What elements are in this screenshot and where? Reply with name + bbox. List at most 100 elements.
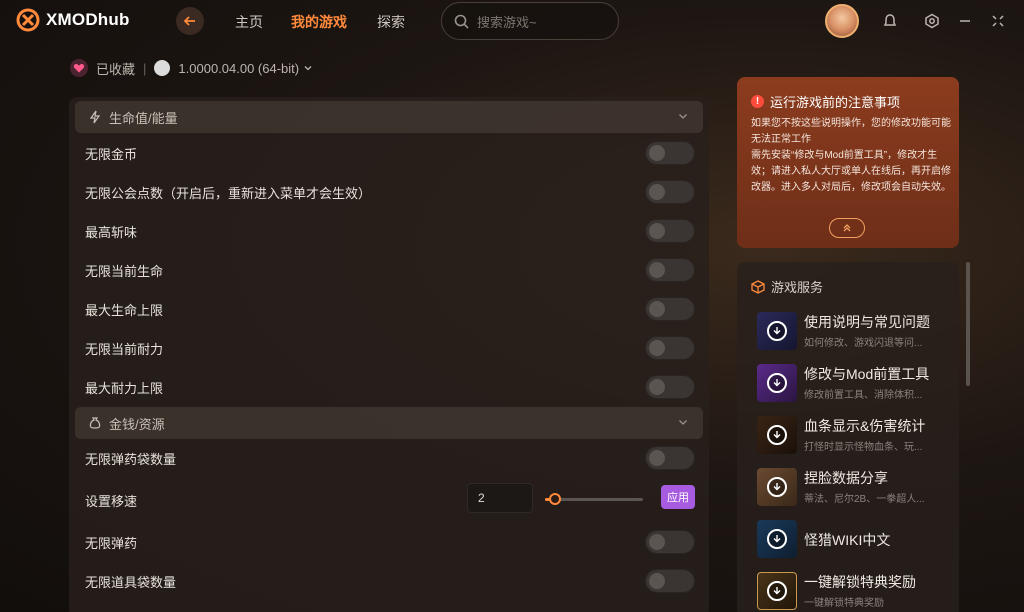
service-thumbnail [757,416,797,454]
heart-icon[interactable] [70,59,88,77]
apply-button[interactable]: 应用 [661,485,695,509]
service-thumbnail [757,572,797,610]
notice-line: 如果您不按这些说明操作，您的修改功能可能无法正常工作 [751,118,951,145]
service-subtitle: 蒂法、尼尔2B、一拳超人... [804,494,925,505]
game-services-panel: 游戏服务 使用说明与常见问题 如何修改、游戏闪退等问... 修改与Mod前置工具… [737,262,959,612]
notice-title: 运行游戏前的注意事项 [770,95,901,110]
scrollbar[interactable] [966,262,970,386]
toggle-switch[interactable] [645,258,695,282]
speed-value-input[interactable]: 2 [467,483,533,513]
toggle-switch[interactable] [645,336,695,360]
cheat-label: 无限当前耐力 [85,341,164,357]
download-icon [767,425,787,445]
notice-line: 需先安装“修改与Mod前置工具”，修改才生效；请进入私人大厅或单人在线后，再开启… [751,150,951,193]
cheat-row: 无限当前生命 [85,255,695,285]
toggle-switch[interactable] [645,141,695,165]
cheat-label: 无限金币 [85,146,138,162]
service-title: 怪猎WIKI中文 [804,532,891,548]
service-subtitle: 修改前置工具、消除体积... [804,390,923,401]
favorited-label[interactable]: 已收藏 [96,59,135,78]
toggle-switch[interactable] [645,446,695,470]
service-title: 捏脸数据分享 [804,470,888,486]
toggle-switch[interactable] [645,569,695,593]
service-title: 血条显示&伤害统计 [804,418,926,434]
app-logo[interactable]: XMODhub [16,8,130,32]
cheat-label: 最大生命上限 [85,302,164,318]
nav-explore[interactable]: 探索 [377,12,405,32]
service-item[interactable]: 血条显示&伤害统计 打怪时显示怪物血条、玩... [757,416,957,456]
cheat-label: 最大耐力上限 [85,380,164,396]
notification-icon[interactable] [881,12,899,30]
cheat-panel: 生命值/能量 无限金币 无限公会点数（开启后，重新进入菜单才会生效） 最高斩味 … [69,97,709,612]
cheat-row-speed: 设置移速 2 应用 [85,483,695,515]
services-header: 游戏服务 [751,277,823,296]
search-input[interactable]: 搜索游戏~ [441,2,619,40]
service-thumbnail [757,364,797,402]
download-icon [767,321,787,341]
app-name: XMODhub [46,10,130,29]
cheat-label: 无限弹药袋数量 [85,451,177,467]
nav-my-games[interactable]: 我的游戏 [291,12,347,32]
subbar-divider: | [143,60,147,76]
slider-handle[interactable] [548,493,561,505]
section-header-money[interactable]: 金钱/资源 [75,407,703,439]
cheat-label: 最高斩味 [85,224,138,240]
service-title: 一键解锁特典奖励 [804,574,916,590]
section-header-health[interactable]: 生命值/能量 [75,101,703,133]
notice-card: ! 运行游戏前的注意事项 如果您不按这些说明操作，您的修改功能可能无法正常工作 … [737,77,959,248]
money-bag-icon [89,417,101,429]
collapse-button[interactable] [829,218,865,238]
services-title: 游戏服务 [771,280,824,295]
cheat-row: 最大耐力上限 [85,372,695,402]
cheat-row: 最大生命上限 [85,294,695,324]
cheat-row: 无限弹药袋数量 [85,443,695,473]
service-thumbnail [757,520,797,558]
service-subtitle: 如何修改、游戏闪退等问... [804,338,923,349]
search-placeholder: 搜索游戏~ [477,14,537,30]
service-item[interactable]: 捏脸数据分享 蒂法、尼尔2B、一拳超人... [757,468,957,508]
service-thumbnail [757,468,797,506]
service-item[interactable]: 修改与Mod前置工具 修改前置工具、消除体积... [757,364,957,404]
service-subtitle: 打怪时显示怪物血条、玩... [804,442,923,453]
cheat-label: 设置移速 [85,493,138,509]
service-item[interactable]: 使用说明与常见问题 如何修改、游戏闪退等问... [757,312,957,352]
download-icon [767,529,787,549]
chevron-down-icon[interactable] [677,416,689,428]
service-subtitle: 一键解锁特典奖励 [804,598,884,609]
toggle-switch[interactable] [645,180,695,204]
double-chevron-up-icon [843,224,851,232]
nav-home[interactable]: 主页 [235,12,263,32]
top-bar: XMODhub 主页 我的游戏 探索 搜索游戏~ [0,0,1024,42]
download-icon [767,373,787,393]
service-item[interactable]: 一键解锁特典奖励 一键解锁特典奖励 [757,572,957,612]
cheat-label: 无限弹药 [85,535,138,551]
download-icon [767,581,787,601]
minimize-icon[interactable] [956,12,974,30]
toggle-switch[interactable] [645,297,695,321]
speed-slider[interactable] [545,493,643,505]
cheat-row: 最高斩味 [85,216,695,246]
toggle-switch[interactable] [645,219,695,243]
xmod-logo-icon [16,8,40,32]
search-icon [454,14,469,29]
warning-icon: ! [751,95,764,108]
back-button[interactable] [176,7,204,35]
cheat-row: 无限弹药 [85,527,695,557]
download-icon [767,477,787,497]
chevron-down-icon[interactable] [677,110,689,122]
service-thumbnail [757,312,797,350]
game-subbar: 已收藏 | 1.0000.04.00 (64-bit) [70,58,313,78]
arrow-left-icon [183,16,195,26]
avatar[interactable] [825,4,859,38]
version-select[interactable]: 1.0000.04.00 (64-bit) [178,61,312,76]
toggle-switch[interactable] [645,375,695,399]
service-title: 使用说明与常见问题 [804,314,930,330]
notice-header: ! 运行游戏前的注意事项 [751,92,900,111]
cheat-row: 无限当前耐力 [85,333,695,363]
close-icon[interactable] [989,12,1007,30]
steam-icon [154,60,171,76]
cheat-row: 无限金币 [85,138,695,168]
service-item[interactable]: 怪猎WIKI中文 [757,520,957,560]
toggle-switch[interactable] [645,530,695,554]
settings-icon[interactable] [923,12,941,30]
